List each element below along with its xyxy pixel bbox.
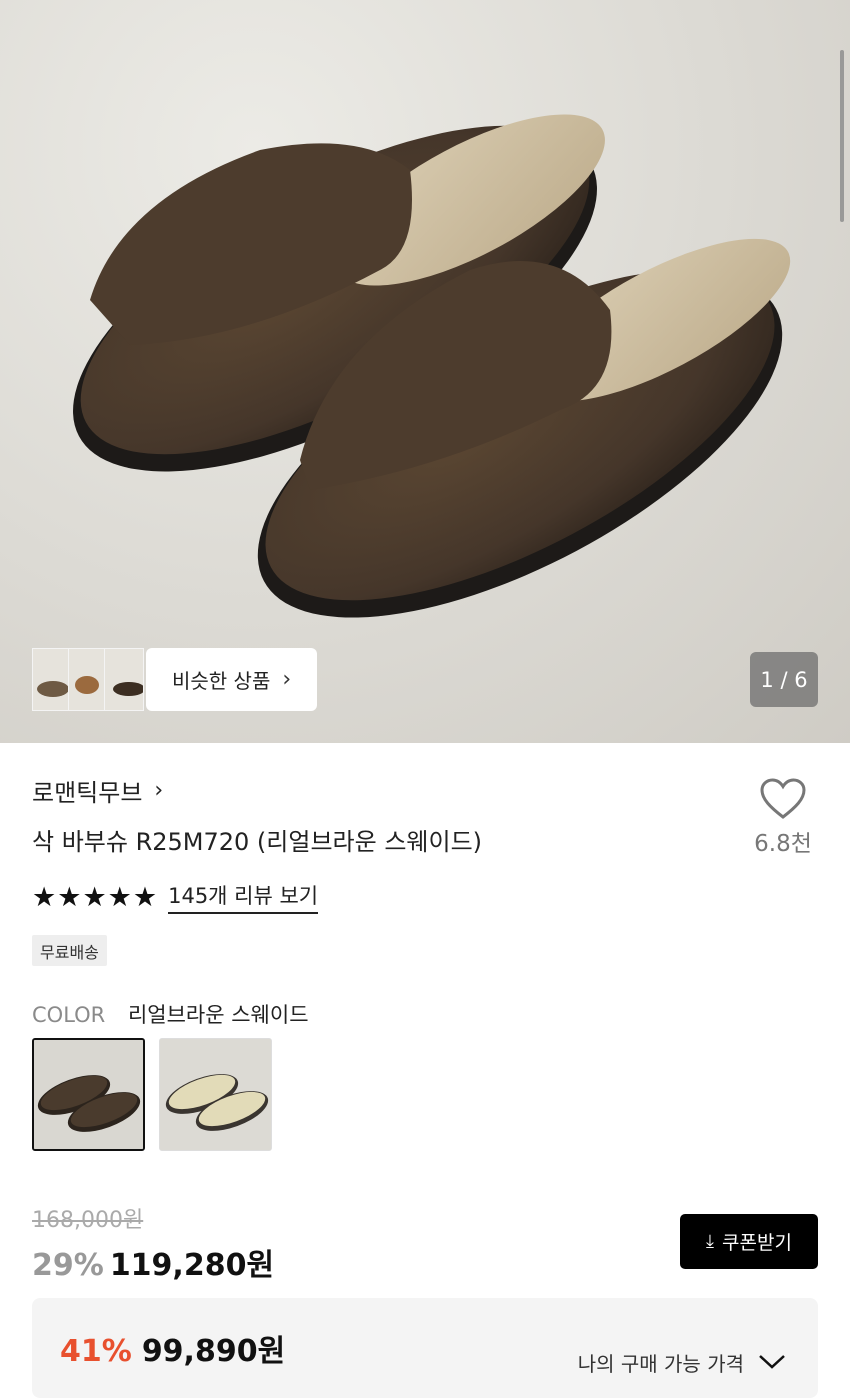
star-icon: ★ — [32, 881, 57, 913]
similar-thumbnail — [68, 648, 108, 711]
brand-name: 로맨틱무브 — [32, 779, 143, 807]
image-counter: 1 / 6 — [750, 652, 818, 707]
chevron-down-icon — [758, 1351, 786, 1375]
similar-products[interactable]: 비슷한 상품 › — [32, 648, 318, 711]
color-swatch-brown[interactable] — [32, 1038, 145, 1151]
similar-thumbnail — [32, 648, 72, 711]
color-option-label: COLOR 리얼브라운 스웨이드 — [32, 999, 309, 1029]
free-shipping-badge: 무료배송 — [32, 935, 107, 966]
coupon-button[interactable]: ⤓ 쿠폰받기 — [680, 1214, 818, 1269]
like-count: 6.8천 — [754, 831, 812, 857]
coupon-label: 쿠폰받기 — [722, 1232, 792, 1254]
brand-link[interactable]: 로맨틱무브 › — [32, 773, 163, 808]
star-icon: ★ — [57, 881, 82, 913]
my-discount-percent: 41% — [60, 1334, 132, 1369]
original-price: 168,000원 — [32, 1208, 144, 1233]
star-rating: ★ ★ ★ ★ ★ — [32, 884, 158, 911]
scrollbar[interactable] — [840, 50, 844, 222]
like-button[interactable]: 6.8천 — [748, 778, 818, 858]
swatch-image — [160, 1039, 271, 1150]
color-value: 리얼브라운 스웨이드 — [127, 1003, 309, 1027]
discount-percent: 29% — [32, 1248, 104, 1283]
review-link[interactable]: 145개 리뷰 보기 — [168, 880, 319, 914]
product-photo-shoes — [73, 114, 791, 618]
swatch-image — [34, 1040, 143, 1149]
similar-thumbnails — [32, 648, 144, 711]
my-price-label: 나의 구매 가능 가격 — [577, 1352, 744, 1376]
star-icon: ★ — [132, 881, 158, 913]
download-icon: ⤓ — [706, 1231, 715, 1252]
chevron-right-icon: › — [154, 778, 164, 803]
sale-price-row: 29% 119,280원 — [32, 1240, 274, 1284]
heart-icon — [760, 778, 806, 819]
chevron-right-icon: › — [282, 667, 292, 692]
color-label: COLOR — [32, 1003, 106, 1027]
sale-price: 119,280원 — [109, 1248, 275, 1283]
rating-row: ★ ★ ★ ★ ★ 145개 리뷰 보기 — [32, 880, 319, 914]
product-title: 삭 바부슈 R25M720 (리얼브라운 스웨이드) — [32, 828, 483, 856]
my-price-row: 41% 99,890원 — [60, 1326, 285, 1370]
similar-products-label: 비슷한 상품 — [172, 669, 271, 693]
my-price-toggle[interactable]: 나의 구매 가능 가격 — [578, 1348, 786, 1377]
color-swatch-beige[interactable] — [159, 1038, 272, 1151]
my-price: 99,890원 — [141, 1334, 286, 1369]
similar-thumbnail — [104, 648, 144, 711]
product-image[interactable]: 비슷한 상품 › 1 / 6 — [0, 0, 850, 743]
star-icon: ★ — [107, 881, 132, 913]
similar-products-button[interactable]: 비슷한 상품 › — [146, 648, 318, 711]
star-icon: ★ — [82, 881, 107, 913]
my-price-box[interactable]: 41% 99,890원 나의 구매 가능 가격 — [32, 1298, 818, 1398]
